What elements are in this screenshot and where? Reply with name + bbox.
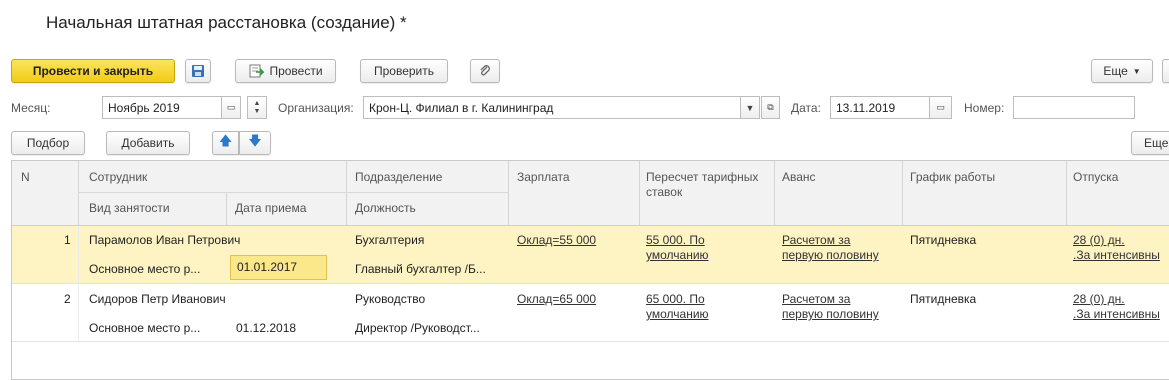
position[interactable]: Директор /Руководст... <box>355 321 480 335</box>
month-field[interactable]: Ноябрь 2019 <box>102 96 222 119</box>
advance-link-line2[interactable]: первую половину <box>782 248 879 262</box>
date-label: Дата: <box>791 101 821 115</box>
attach-button[interactable] <box>470 59 500 83</box>
position[interactable]: Главный бухгалтер /Б... <box>355 262 486 276</box>
col-header-salary[interactable]: Зарплата <box>517 170 570 184</box>
date-calendar-button[interactable]: ▭ <box>930 96 952 119</box>
col-header-recalc[interactable]: Пересчет тарифных <box>646 170 758 184</box>
employee-name[interactable]: Парамолов Иван Петрович <box>89 233 240 247</box>
employment-type[interactable]: Основное место р... <box>89 321 200 335</box>
arrow-down-icon: 🡇 <box>248 133 262 148</box>
recalc-link[interactable]: 65 000. По <box>646 292 705 306</box>
column-divider <box>902 161 903 225</box>
table-header <box>12 161 1169 226</box>
col-header-advance[interactable]: Аванс <box>782 170 816 184</box>
open-link-icon: ⧉ <box>767 102 774 112</box>
row-number: 2 <box>64 292 71 306</box>
col-header-hire-date[interactable]: Дата приема <box>235 201 306 215</box>
month-calendar-button[interactable]: ▭ <box>222 96 241 119</box>
work-schedule[interactable]: Пятидневка <box>910 233 976 247</box>
salary-link[interactable]: Оклад=55 000 <box>517 233 596 247</box>
hire-date-cell[interactable]: 01.12.2018 <box>236 321 296 335</box>
calendar-icon: ▭ <box>936 102 945 112</box>
col-header-vacations[interactable]: Отпуска <box>1073 170 1118 184</box>
department[interactable]: Руководство <box>355 292 425 306</box>
column-divider <box>774 161 775 225</box>
row-number: 1 <box>64 233 71 247</box>
calendar-icon: ▭ <box>226 102 236 112</box>
column-divider <box>639 161 640 225</box>
row-divider <box>12 283 1169 284</box>
vacation-link-line2[interactable]: .За интенсивны <box>1073 307 1160 321</box>
post-button-label: Провести <box>269 64 323 78</box>
help-button[interactable] <box>1162 59 1169 83</box>
col-header-schedule[interactable]: График работы <box>910 170 995 184</box>
month-stepper[interactable]: ▲ ▼ <box>247 96 267 119</box>
col-header-position[interactable]: Должность <box>355 201 416 215</box>
row-divider <box>12 341 1169 342</box>
post-document-icon <box>249 64 265 78</box>
header-divider <box>78 192 508 193</box>
advance-link[interactable]: Расчетом за <box>782 233 850 247</box>
column-divider <box>226 193 227 225</box>
col-header-department[interactable]: Подразделение <box>355 170 442 184</box>
month-label: Месяц: <box>11 101 51 115</box>
col-header-employment-type[interactable]: Вид занятости <box>89 201 170 215</box>
organization-open-button[interactable]: ⧉ <box>761 96 780 119</box>
move-up-button[interactable]: 🡅 <box>212 131 239 155</box>
page-title: Начальная штатная расстановка (создание)… <box>46 13 407 32</box>
employee-name[interactable]: Сидоров Петр Иванович <box>89 292 226 306</box>
post-and-close-button[interactable]: Провести и закрыть <box>11 59 175 83</box>
organization-dropdown-button[interactable]: ▼ <box>741 96 760 119</box>
hire-date-cell[interactable]: 01.01.2017 <box>230 255 327 280</box>
arrow-up-icon: 🡅 <box>218 133 233 148</box>
up-arrow-icon: ▲ <box>253 99 261 107</box>
organization-label: Организация: <box>278 101 354 115</box>
col-header-employee[interactable]: Сотрудник <box>89 170 147 184</box>
add-button[interactable]: Добавить <box>106 131 190 155</box>
paperclip-icon <box>480 65 490 76</box>
column-divider <box>508 161 509 225</box>
more-actions-button[interactable]: Еще ▼ <box>1091 59 1153 83</box>
recalc-link-line2[interactable]: умолчанию <box>646 248 709 262</box>
more-label: Еще <box>1103 64 1128 78</box>
select-button[interactable]: Подбор <box>11 131 85 155</box>
employment-type[interactable]: Основное место р... <box>89 262 200 276</box>
date-field[interactable]: 13.11.2019 <box>830 96 930 119</box>
advance-link[interactable]: Расчетом за <box>782 292 850 306</box>
organization-field[interactable]: Крон-Ц. Филиал в г. Калининград <box>363 96 741 119</box>
advance-link-line2[interactable]: первую половину <box>782 307 879 321</box>
recalc-link-line2[interactable]: умолчанию <box>646 307 709 321</box>
check-button[interactable]: Проверить <box>360 59 448 83</box>
col-header-n[interactable]: N <box>21 170 30 184</box>
post-button[interactable]: Провести <box>235 59 336 83</box>
table-more-button[interactable]: Еще <box>1131 131 1169 155</box>
down-arrow-icon: ▼ <box>253 107 261 115</box>
vacation-link[interactable]: 28 (0) дн. <box>1073 292 1125 306</box>
work-schedule[interactable]: Пятидневка <box>910 292 976 306</box>
column-divider <box>346 161 347 225</box>
column-divider <box>78 161 79 225</box>
column-divider <box>1066 161 1067 225</box>
dropdown-arrow-icon: ▼ <box>745 102 755 113</box>
save-button[interactable] <box>185 59 211 83</box>
vacation-link[interactable]: 28 (0) дн. <box>1073 233 1125 247</box>
number-label: Номер: <box>964 101 1005 115</box>
department[interactable]: Бухгалтерия <box>355 233 424 247</box>
recalc-link[interactable]: 55 000. По <box>646 233 705 247</box>
floppy-disk-icon <box>192 65 204 77</box>
number-field[interactable] <box>1013 96 1135 119</box>
vacation-link-line2[interactable]: .За интенсивны <box>1073 248 1160 262</box>
dropdown-arrow-icon: ▼ <box>1132 66 1141 76</box>
salary-link[interactable]: Оклад=65 000 <box>517 292 596 306</box>
col-header-recalc-line2: ставок <box>646 185 683 199</box>
move-down-button[interactable]: 🡇 <box>239 131 271 155</box>
employees-table: N Сотрудник Вид занятости Дата приема По… <box>11 160 1169 380</box>
